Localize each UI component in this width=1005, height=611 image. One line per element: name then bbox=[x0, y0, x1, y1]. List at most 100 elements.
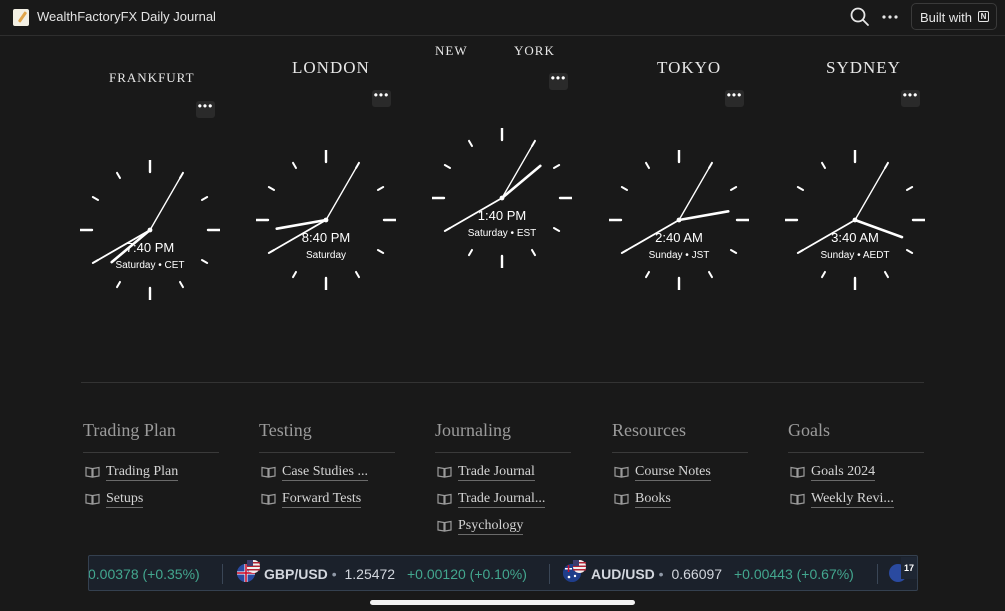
city-label-tokyo: TOKYO bbox=[657, 58, 722, 77]
page-link-label: Books bbox=[635, 491, 671, 508]
book-icon bbox=[261, 466, 276, 478]
page-link[interactable]: Case Studies ... bbox=[261, 463, 393, 483]
notion-logo-icon: N bbox=[978, 11, 989, 22]
clock-frankfurt: 7:40 PM Saturday • CET bbox=[80, 160, 220, 300]
clock-tick bbox=[179, 280, 184, 289]
book-icon bbox=[437, 520, 452, 532]
book-icon bbox=[261, 493, 276, 505]
ticker-item-gbpusd[interactable]: GBP/USD • 1.25472 +0.00120 (+0.10%) bbox=[264, 566, 527, 582]
clock-tick bbox=[729, 249, 738, 254]
book-icon bbox=[85, 493, 100, 505]
page-link[interactable]: Course Notes bbox=[614, 463, 746, 483]
page-link[interactable]: Setups bbox=[85, 490, 217, 510]
page-link-label: Setups bbox=[106, 491, 144, 508]
clock-tick bbox=[116, 171, 121, 180]
city-label-london: LONDON bbox=[292, 58, 370, 77]
city-label-new: NEW bbox=[435, 43, 468, 58]
tradingview-logo-icon[interactable]: 17 bbox=[901, 557, 917, 579]
page-link[interactable]: Weekly Revi... bbox=[790, 490, 922, 510]
page-link-label: Case Studies ... bbox=[282, 464, 368, 481]
forex-ticker[interactable]: 0.00378 (+0.35%) GBP/USD • 1.25472 +0.00… bbox=[88, 555, 918, 591]
page-link[interactable]: Trade Journal... bbox=[437, 490, 569, 510]
clock-tick bbox=[729, 186, 738, 191]
clock-london: 8:40 PM Saturday bbox=[256, 150, 396, 290]
page-link-label: Course Notes bbox=[635, 464, 711, 481]
page-link-label: Weekly Revi... bbox=[811, 491, 894, 508]
city-label-york: YORK bbox=[514, 43, 555, 58]
clock-menu-button-new-york[interactable]: ••• bbox=[549, 72, 568, 90]
clock-tick bbox=[116, 280, 121, 289]
clock-sydney: 3:40 AM Sunday • AEDT bbox=[785, 150, 925, 290]
book-icon bbox=[437, 493, 452, 505]
clock-detail-label: Saturday bbox=[306, 250, 346, 261]
clock-center bbox=[323, 217, 329, 223]
column-heading: Goals bbox=[788, 420, 830, 440]
ticker-separator bbox=[877, 564, 878, 584]
clock-tick bbox=[531, 248, 536, 257]
column-rule bbox=[788, 452, 924, 453]
clock-tick bbox=[796, 186, 805, 191]
ticker-change: +0.00443 (+0.67%) bbox=[733, 566, 854, 582]
page-link-label: Psychology bbox=[458, 518, 524, 535]
ticker-dot: • bbox=[658, 566, 664, 582]
clock-center bbox=[147, 227, 153, 233]
search-icon[interactable] bbox=[848, 6, 872, 28]
usd-flag-icon bbox=[573, 560, 586, 573]
clock-menu-button-frankfurt[interactable]: ••• bbox=[196, 100, 215, 118]
more-options-icon[interactable] bbox=[878, 6, 902, 28]
ticker-symbol: AUD/USD bbox=[591, 566, 655, 582]
clock-tick bbox=[905, 186, 914, 191]
book-icon bbox=[790, 493, 805, 505]
clock-tick bbox=[91, 196, 100, 201]
clock-detail-label: Saturday • EST bbox=[468, 228, 537, 239]
clock-time-label: 3:40 AM bbox=[831, 230, 879, 245]
page-link[interactable]: Psychology bbox=[437, 517, 569, 537]
clock-second-hand bbox=[854, 164, 888, 221]
page-link[interactable]: Books bbox=[614, 490, 746, 510]
clock-detail-label: Sunday • AEDT bbox=[820, 250, 889, 261]
clock-tick bbox=[468, 248, 473, 257]
clock-second-hand bbox=[149, 174, 183, 231]
page-link-label: Trading Plan bbox=[106, 464, 179, 481]
book-icon bbox=[614, 493, 629, 505]
clock-center bbox=[676, 217, 682, 223]
clock-time-label: 8:40 PM bbox=[302, 230, 350, 245]
ticker-price: 0.66097 bbox=[671, 566, 723, 582]
column-rule bbox=[83, 452, 219, 453]
clock-tick bbox=[292, 270, 297, 279]
clock-tokyo: 2:40 AM Sunday • JST bbox=[609, 150, 749, 290]
ticker-price: 1.25472 bbox=[344, 566, 396, 582]
page-link[interactable]: Forward Tests bbox=[261, 490, 393, 510]
ticker-change: +0.00120 (+0.10%) bbox=[406, 566, 527, 582]
ticker-symbol: GBP/USD bbox=[264, 566, 328, 582]
clock-menu-button-tokyo[interactable]: ••• bbox=[725, 89, 744, 107]
clock-tick bbox=[821, 161, 826, 170]
page-title[interactable]: WealthFactoryFX Daily Journal bbox=[37, 9, 216, 24]
built-with-notion-button[interactable]: Built with N bbox=[911, 3, 997, 30]
clock-tick bbox=[355, 270, 360, 279]
clock-time-label: 1:40 PM bbox=[478, 208, 526, 223]
page-link[interactable]: Trading Plan bbox=[85, 463, 217, 483]
ticker-item-audusd[interactable]: AUD/USD • 0.66097 +0.00443 (+0.67%) bbox=[591, 566, 854, 582]
clock-center bbox=[499, 195, 505, 201]
clock-tick bbox=[905, 249, 914, 254]
page-link[interactable]: Goals 2024 bbox=[790, 463, 922, 483]
column-heading: Testing bbox=[259, 420, 312, 440]
clock-tick bbox=[443, 164, 452, 169]
clock-hour-hand bbox=[677, 210, 730, 222]
clock-hour-hand bbox=[500, 164, 542, 200]
clock-tick bbox=[200, 196, 209, 201]
clock-time-label: 2:40 AM bbox=[655, 230, 703, 245]
page-link-label: Trade Journal... bbox=[458, 491, 546, 508]
clock-tick bbox=[468, 139, 473, 148]
clock-menu-button-sydney[interactable]: ••• bbox=[901, 89, 920, 107]
column-rule bbox=[435, 452, 571, 453]
clock-menu-button-london[interactable]: ••• bbox=[372, 89, 391, 107]
book-icon bbox=[85, 466, 100, 478]
page-link[interactable]: Trade Journal bbox=[437, 463, 569, 483]
section-divider bbox=[81, 382, 924, 383]
clock-center bbox=[852, 217, 858, 223]
book-icon bbox=[437, 466, 452, 478]
book-icon bbox=[614, 466, 629, 478]
page-link-label: Forward Tests bbox=[282, 491, 362, 508]
